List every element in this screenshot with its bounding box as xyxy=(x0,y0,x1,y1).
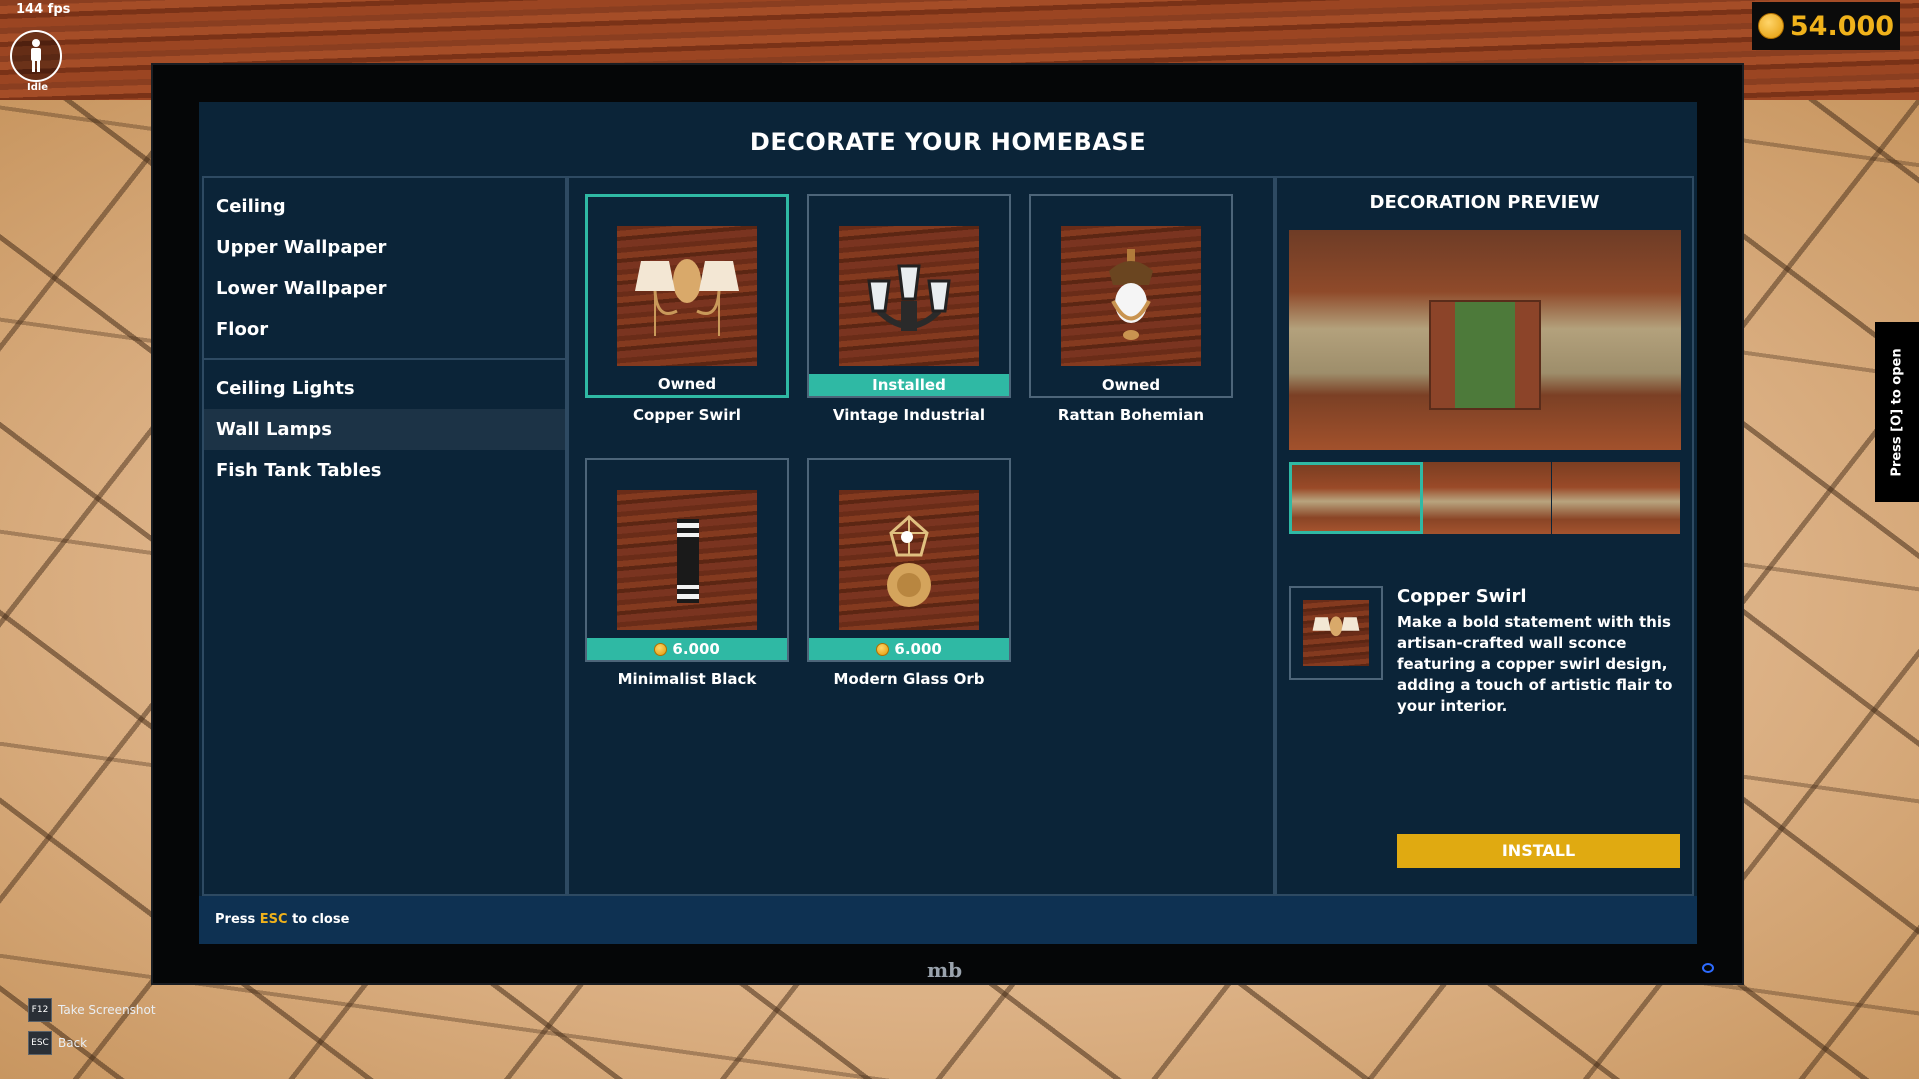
coin-icon xyxy=(654,643,668,656)
modern-glass-orb-lamp-icon xyxy=(839,490,979,630)
item-name: Vintage Industrial xyxy=(832,406,986,424)
hint-back: ESC Back xyxy=(28,1031,87,1055)
item-tile[interactable]: Owned xyxy=(1029,194,1233,398)
coin-amount: 54.000 xyxy=(1789,10,1895,42)
category-fish-tank-tables[interactable]: Fish Tank Tables xyxy=(204,450,565,491)
item-tile[interactable]: Owned xyxy=(585,194,789,398)
selected-item-thumbnail xyxy=(1289,586,1383,680)
item-name: Modern Glass Orb xyxy=(833,670,985,688)
copper-swirl-lamp-icon xyxy=(617,226,757,366)
category-wall-lamps[interactable]: Wall Lamps xyxy=(204,409,565,450)
preview-title: DECORATION PREVIEW xyxy=(1369,192,1600,213)
page-title: DECORATE YOUR HOMEBASE xyxy=(749,128,1147,156)
item-name: Minimalist Black xyxy=(617,670,757,688)
category-list: Ceiling Upper Wallpaper Lower Wallpaper … xyxy=(202,176,567,896)
item-price: 6.000 xyxy=(587,638,787,660)
item-tile[interactable]: 6.000 xyxy=(585,458,789,662)
selected-item-name: Copper Swirl xyxy=(1397,586,1527,607)
install-button[interactable]: INSTALL xyxy=(1397,834,1680,868)
category-lower-wallpaper[interactable]: Lower Wallpaper xyxy=(204,268,565,309)
preview-image xyxy=(1289,230,1681,450)
decoration-preview-panel: DECORATION PREVIEW Copper Swirl Make a b… xyxy=(1275,176,1694,896)
item-modern-glass-orb[interactable]: 6.000 Modern Glass Orb xyxy=(807,458,1011,688)
item-status: Installed xyxy=(809,374,1009,396)
item-status: Owned xyxy=(657,375,717,393)
preview-thumbnail-1[interactable] xyxy=(1289,462,1423,534)
preview-thumbnail-3[interactable] xyxy=(1552,462,1681,534)
item-tile[interactable]: 6.000 xyxy=(807,458,1011,662)
item-tile[interactable]: Installed xyxy=(807,194,1011,398)
player-status-icon xyxy=(10,30,62,82)
decorate-window: DECORATE YOUR HOMEBASE Ceiling Upper Wal… xyxy=(199,102,1697,944)
side-panel-tab[interactable]: Press [O] to open xyxy=(1875,322,1919,502)
category-ceiling[interactable]: Ceiling xyxy=(204,186,565,227)
hint-screenshot: F12 Take Screenshot xyxy=(28,998,156,1022)
category-upper-wallpaper[interactable]: Upper Wallpaper xyxy=(204,227,565,268)
selected-item-description: Make a bold statement with this artisan-… xyxy=(1397,613,1673,715)
minimalist-black-lamp-icon xyxy=(617,490,757,630)
monitor-brand-logo: mb xyxy=(927,958,963,982)
power-led-icon xyxy=(1702,963,1714,973)
close-hint: Press ESC to close xyxy=(199,896,1697,944)
coin-icon xyxy=(876,643,890,656)
vintage-industrial-lamp-icon xyxy=(839,226,979,366)
item-copper-swirl[interactable]: Owned Copper Swirl xyxy=(585,194,789,424)
coin-balance: 54.000 xyxy=(1752,2,1900,50)
esc-key-icon: ESC xyxy=(28,1031,52,1055)
item-vintage-industrial[interactable]: Installed Vintage Industrial xyxy=(807,194,1011,424)
preview-thumbnail-2[interactable] xyxy=(1423,462,1552,534)
player-status-label: Idle xyxy=(27,82,49,93)
item-status: Owned xyxy=(1101,376,1161,394)
copper-swirl-lamp-icon xyxy=(1303,600,1369,666)
category-group-surfaces: Ceiling Upper Wallpaper Lower Wallpaper … xyxy=(204,178,565,360)
item-name: Copper Swirl xyxy=(633,406,741,424)
esc-key-label: ESC xyxy=(259,912,288,927)
preview-door xyxy=(1429,300,1541,410)
item-name: Rattan Bohemian xyxy=(1057,406,1205,424)
category-floor[interactable]: Floor xyxy=(204,309,565,350)
item-price: 6.000 xyxy=(809,638,1009,660)
rattan-bohemian-lamp-icon xyxy=(1061,226,1201,366)
item-minimalist-black[interactable]: 6.000 Minimalist Black xyxy=(585,458,789,688)
category-ceiling-lights[interactable]: Ceiling Lights xyxy=(204,368,565,409)
side-tab-label: Press [O] to open xyxy=(1889,347,1905,477)
item-grid: Owned Copper Swirl Installed Vintage Ind… xyxy=(567,176,1275,896)
fps-counter: 144 fps xyxy=(16,2,71,17)
coin-icon xyxy=(1757,13,1784,39)
preview-thumbnails xyxy=(1289,462,1681,534)
f12-key-icon: F12 xyxy=(28,998,52,1022)
item-rattan-bohemian[interactable]: Owned Rattan Bohemian xyxy=(1029,194,1233,424)
category-group-furniture: Ceiling Lights Wall Lamps Fish Tank Tabl… xyxy=(204,360,565,499)
